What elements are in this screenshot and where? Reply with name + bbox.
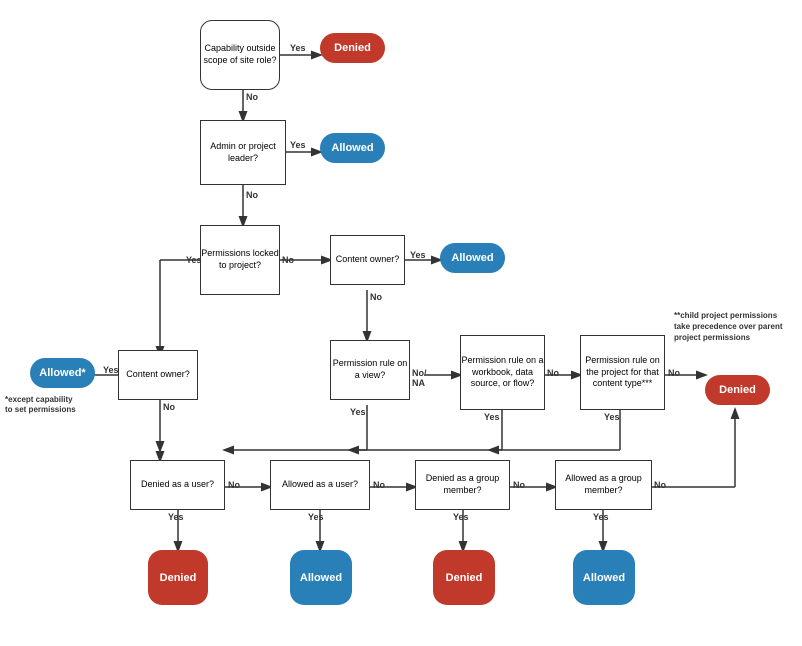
- yes-label-denied-group: Yes: [453, 512, 469, 522]
- perm-locked-node: Permissions locked to project?: [200, 225, 280, 295]
- no-label-content1: No: [370, 292, 382, 302]
- denied-result-bottom1: Denied: [148, 550, 208, 605]
- yes-label-content2: Yes: [103, 365, 119, 375]
- content-owner1-node: Content owner?: [330, 235, 405, 285]
- no-label-allowed-group: No: [654, 480, 666, 490]
- no-label-allowed-user: No: [373, 480, 385, 490]
- no-label-perm-project: No: [668, 368, 680, 378]
- yes-label-perm-view: Yes: [350, 407, 366, 417]
- denied-user-node: Denied as a user?: [130, 460, 225, 510]
- no-label-perm-locked: No: [282, 255, 294, 265]
- yes-label-perm-project: Yes: [604, 412, 620, 422]
- note-except: *except capabilityto set permissions: [5, 395, 95, 416]
- denied-result-top: Denied: [320, 33, 385, 63]
- note-child: **child project permissionstake preceden…: [674, 310, 792, 344]
- perm-view-node: Permission rule on a view?: [330, 340, 410, 400]
- denied-group-node: Denied as a group member?: [415, 460, 510, 510]
- perm-project-node: Permission rule on the project for that …: [580, 335, 665, 410]
- yes-label-content1: Yes: [410, 250, 426, 260]
- capability-node: Capability outside scope of site role?: [200, 20, 280, 90]
- yes-label-allowed-user: Yes: [308, 512, 324, 522]
- no-label-content2: No: [163, 402, 175, 412]
- yes-label-allowed-group: Yes: [593, 512, 609, 522]
- no-label-perm-workbook: No: [547, 368, 559, 378]
- yes-label-perm-workbook: Yes: [484, 412, 500, 422]
- admin-leader-node: Admin or project leader?: [200, 120, 286, 185]
- yes-label-perm-locked: Yes: [186, 255, 202, 265]
- no-label-denied-group: No: [513, 480, 525, 490]
- yes-label-admin: Yes: [290, 140, 306, 150]
- no-label-denied-user: No: [228, 480, 240, 490]
- no-label-capability: No: [246, 92, 258, 102]
- allowed-user-node: Allowed as a user?: [270, 460, 370, 510]
- perm-workbook-node: Permission rule on a workbook, data sour…: [460, 335, 545, 410]
- allowed-result-content2: Allowed*: [30, 358, 95, 388]
- allowed-result-bottom2: Allowed: [290, 550, 352, 605]
- allowed-result-bottom4: Allowed: [573, 550, 635, 605]
- allowed-result-content1: Allowed: [440, 243, 505, 273]
- diagram-container: Capability outside scope of site role? D…: [0, 0, 802, 646]
- yes-label-capability: Yes: [290, 43, 306, 53]
- denied-result-right: Denied: [705, 375, 770, 405]
- yes-label-denied-user: Yes: [168, 512, 184, 522]
- no-na-label-perm-view: No/NA: [412, 368, 427, 388]
- no-label-admin: No: [246, 190, 258, 200]
- allowed-result-admin: Allowed: [320, 133, 385, 163]
- allowed-group-node: Allowed as a group member?: [555, 460, 652, 510]
- content-owner2-node: Content owner?: [118, 350, 198, 400]
- denied-result-bottom3: Denied: [433, 550, 495, 605]
